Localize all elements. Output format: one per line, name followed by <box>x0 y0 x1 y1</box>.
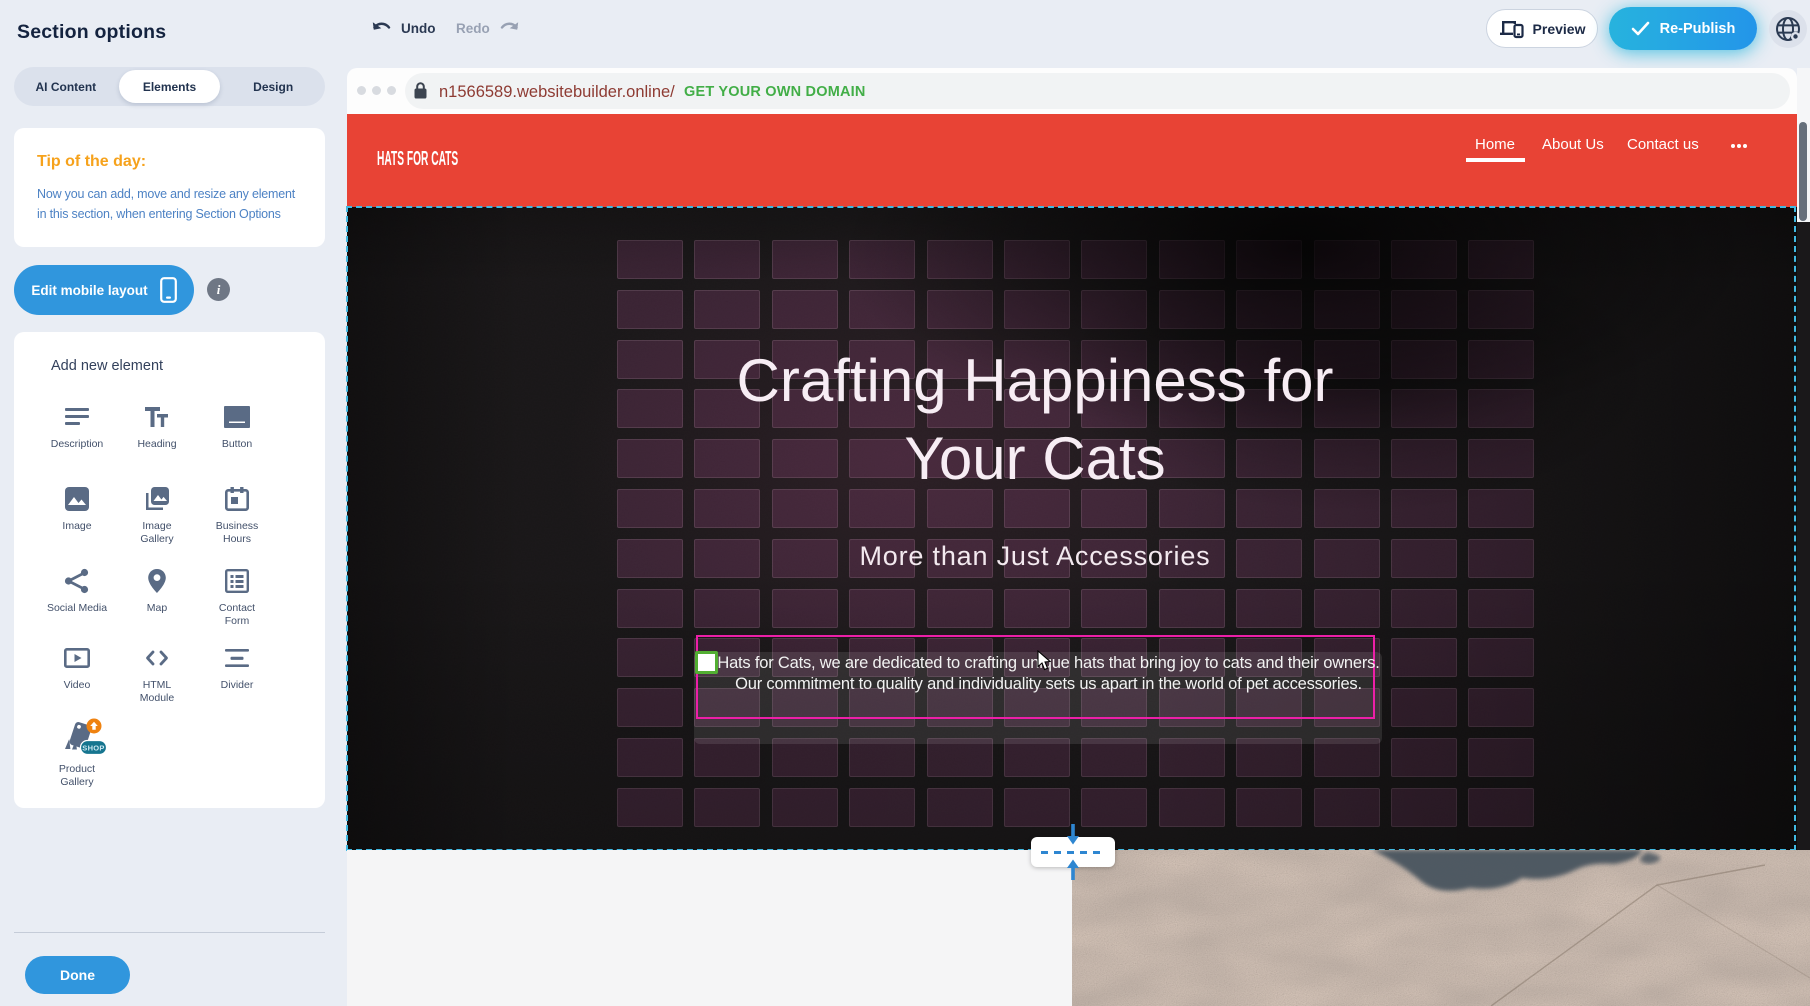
svg-text:SHOP: SHOP <box>82 744 104 753</box>
